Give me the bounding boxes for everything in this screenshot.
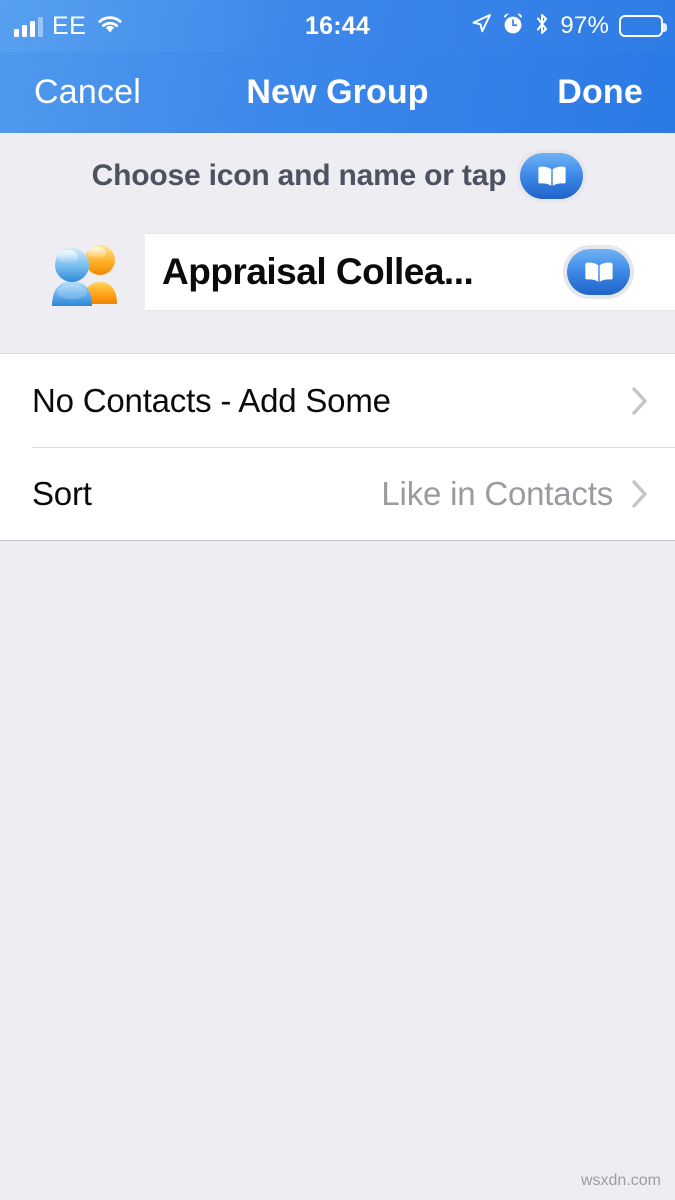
prompt-label: Choose icon and name or tap bbox=[91, 158, 507, 192]
watermark: wsxdn.com bbox=[580, 1172, 661, 1189]
battery-icon bbox=[619, 15, 667, 37]
clock-time: 16:44 bbox=[305, 11, 370, 40]
status-bar: EE 16:44 97% bbox=[0, 0, 675, 52]
alarm-clock-icon bbox=[502, 12, 524, 40]
choose-icon-prompt: Choose icon and name or tap bbox=[0, 133, 675, 218]
row-label-contacts: No Contacts - Add Some bbox=[32, 381, 391, 419]
row-label-sort: Sort bbox=[32, 474, 92, 512]
done-button[interactable]: Done bbox=[557, 73, 643, 112]
bluetooth-icon bbox=[534, 12, 550, 41]
navigation-bar: Cancel New Group Done bbox=[0, 52, 675, 133]
settings-list: No Contacts - Add Some Sort Like in Cont… bbox=[0, 353, 675, 541]
chevron-right-icon bbox=[631, 479, 649, 509]
contacts-book-icon[interactable] bbox=[520, 152, 584, 199]
iphone-screen: EE 16:44 97% Cancel New Group Done Choos… bbox=[0, 0, 675, 1200]
table-row[interactable]: No Contacts - Add Some bbox=[0, 354, 675, 447]
group-name-field[interactable]: Appraisal Collea... bbox=[145, 233, 675, 311]
contacts-book-icon[interactable] bbox=[567, 249, 630, 295]
section-gap bbox=[0, 326, 675, 353]
row-value-sort: Like in Contacts bbox=[381, 474, 613, 512]
group-name-value[interactable]: Appraisal Collea... bbox=[162, 251, 567, 293]
location-arrow-icon bbox=[470, 13, 492, 40]
group-people-icon[interactable] bbox=[40, 236, 140, 308]
empty-area bbox=[0, 541, 675, 1200]
chevron-right-icon bbox=[631, 386, 649, 416]
group-name-row: Appraisal Collea... bbox=[0, 218, 675, 326]
status-bar-right: 97% bbox=[470, 0, 667, 52]
table-row[interactable]: Sort Like in Contacts bbox=[0, 447, 675, 540]
battery-percent-label: 97% bbox=[560, 12, 609, 39]
